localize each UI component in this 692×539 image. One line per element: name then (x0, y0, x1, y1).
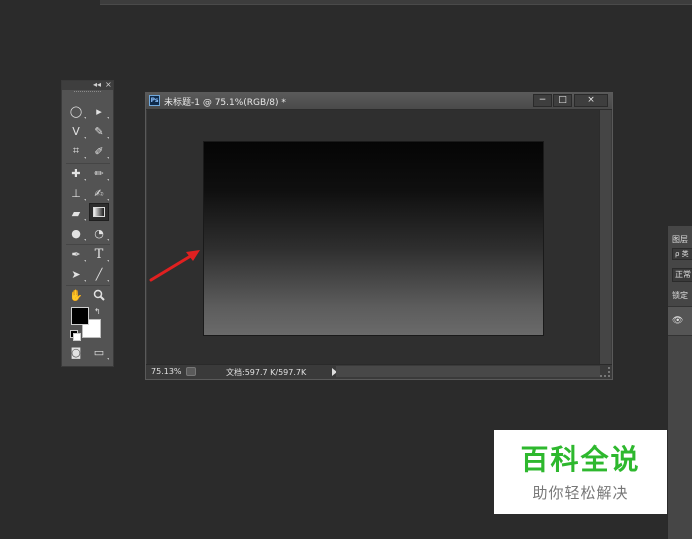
tool-glyph: ◔ (94, 226, 104, 240)
tool-glyph: ✎ (94, 124, 104, 138)
resize-grip-icon[interactable] (600, 367, 610, 377)
tool-glyph: ⌗ (72, 144, 80, 157)
panel-grip[interactable] (74, 91, 101, 96)
tool-glyph: ◯ (69, 104, 83, 118)
blend-mode-select[interactable]: 正常 (672, 268, 692, 282)
horizontal-scrollbar[interactable] (336, 366, 600, 377)
tool-glyph: ✏ (94, 166, 104, 180)
tool-glyph: T (94, 246, 104, 262)
elliptical-marquee-tool-icon[interactable]: ◯ (66, 102, 86, 120)
layer-filter-field[interactable]: ρ 类 (672, 248, 692, 260)
dodge-tool-icon[interactable]: ◔ (89, 224, 109, 242)
eye-icon[interactable]: 👁 (672, 312, 688, 330)
brush-tool-icon[interactable]: ✏ (89, 164, 109, 182)
layers-tab[interactable]: 图层 (672, 234, 688, 245)
eraser-tool-icon[interactable]: ▰ (66, 204, 86, 222)
document-window: Ps 未标题-1 @ 75.1%(RGB/8) * − □ × 75.13% 文… (145, 92, 613, 380)
status-menu-icon[interactable] (186, 367, 196, 376)
magnifier-glyph (93, 289, 105, 301)
tool-glyph: ▭ (93, 345, 105, 359)
quick-mask-icon[interactable]: ◙ (66, 343, 86, 361)
red-arrow-annotation (149, 250, 200, 282)
tool-glyph: ╱ (95, 267, 103, 281)
tool-glyph: ▸ (96, 104, 102, 118)
maximize-button[interactable]: □ (553, 94, 572, 107)
canvas-area[interactable] (147, 110, 600, 365)
close-button[interactable]: × (574, 94, 608, 107)
lock-label: 锁定 (672, 291, 688, 300)
layers-panel: 图层 ρ 类 正常 锁定 👁 (667, 226, 692, 539)
zoom-tool-icon[interactable] (89, 286, 109, 304)
lasso-tool-icon[interactable]: ᐯ (66, 122, 86, 140)
watermark-title: 百科全说 (520, 443, 641, 476)
foreground-color-swatch[interactable] (71, 307, 89, 325)
tool-glyph: ✚ (71, 166, 81, 180)
tool-glyph: ᐯ (72, 124, 80, 138)
gradient-glyph (93, 207, 105, 217)
tools-panel-header[interactable]: ◂◂ × (62, 79, 113, 91)
document-title: 未标题-1 @ 75.1%(RGB/8) * (164, 98, 286, 108)
tool-glyph: ▰ (71, 206, 81, 220)
eyedropper-tool-icon[interactable]: ✐ (89, 142, 109, 160)
tool-glyph: ● (71, 226, 81, 240)
hand-tool-icon[interactable]: ✋ (66, 286, 86, 304)
screen-mode-icon[interactable]: ▭ (89, 343, 109, 361)
tool-glyph: ✒ (71, 247, 81, 261)
clone-stamp-tool-icon[interactable]: ⊥ (66, 184, 86, 202)
tool-glyph: ✋ (69, 288, 83, 302)
zoom-level[interactable]: 75.13% (151, 367, 182, 376)
default-colors-icon[interactable] (70, 330, 81, 341)
tool-glyph: ✐ (94, 144, 104, 158)
pen-tool-icon[interactable]: ✒ (66, 245, 86, 263)
gradient-tool-icon[interactable] (89, 203, 109, 221)
top-options-strip (100, 0, 692, 5)
status-bar: 75.13% 文档:597.7 K/597.7K (146, 364, 612, 379)
vertical-scrollbar[interactable] (599, 110, 611, 365)
watermark-box: 百科全说 助你轻松解决 (494, 430, 667, 514)
line-tool-icon[interactable]: ╱ (89, 265, 109, 283)
history-brush-tool-icon[interactable]: ✍ (89, 184, 109, 202)
collapse-icon[interactable]: ◂◂ (93, 79, 101, 91)
photoshop-icon: Ps (149, 95, 160, 106)
document-titlebar[interactable]: Ps 未标题-1 @ 75.1%(RGB/8) * − □ × (146, 93, 612, 110)
spot-healing-brush-tool-icon[interactable]: ✚ (66, 164, 86, 182)
tools-panel: ◂◂ × ◯ ▸ ᐯ ✎ ⌗ ✐ ✚ ✏ ⊥ ✍ ▰ ● ◔ ✒ T ➤ ╱ ✋… (61, 80, 114, 367)
move-tool-icon[interactable]: ▸ (89, 102, 109, 120)
tool-glyph: ➤ (71, 267, 81, 281)
document-info: 文档:597.7 K/597.7K (226, 368, 307, 377)
blur-tool-icon[interactable]: ● (66, 224, 86, 242)
swap-colors-icon[interactable]: ↰ (94, 307, 101, 316)
tool-glyph: ◙ (70, 345, 82, 359)
minimize-button[interactable]: − (533, 94, 552, 107)
crop-tool-icon[interactable]: ⌗ (66, 142, 86, 160)
tool-glyph: ✍ (94, 186, 104, 200)
tool-glyph: ⊥ (71, 186, 81, 200)
quick-selection-tool-icon[interactable]: ✎ (89, 122, 109, 140)
path-selection-tool-icon[interactable]: ➤ (66, 265, 86, 283)
watermark-subtitle: 助你轻松解决 (532, 484, 629, 502)
close-icon[interactable]: × (105, 79, 112, 91)
type-tool-icon[interactable]: T (89, 245, 109, 263)
document-canvas[interactable] (204, 142, 543, 335)
